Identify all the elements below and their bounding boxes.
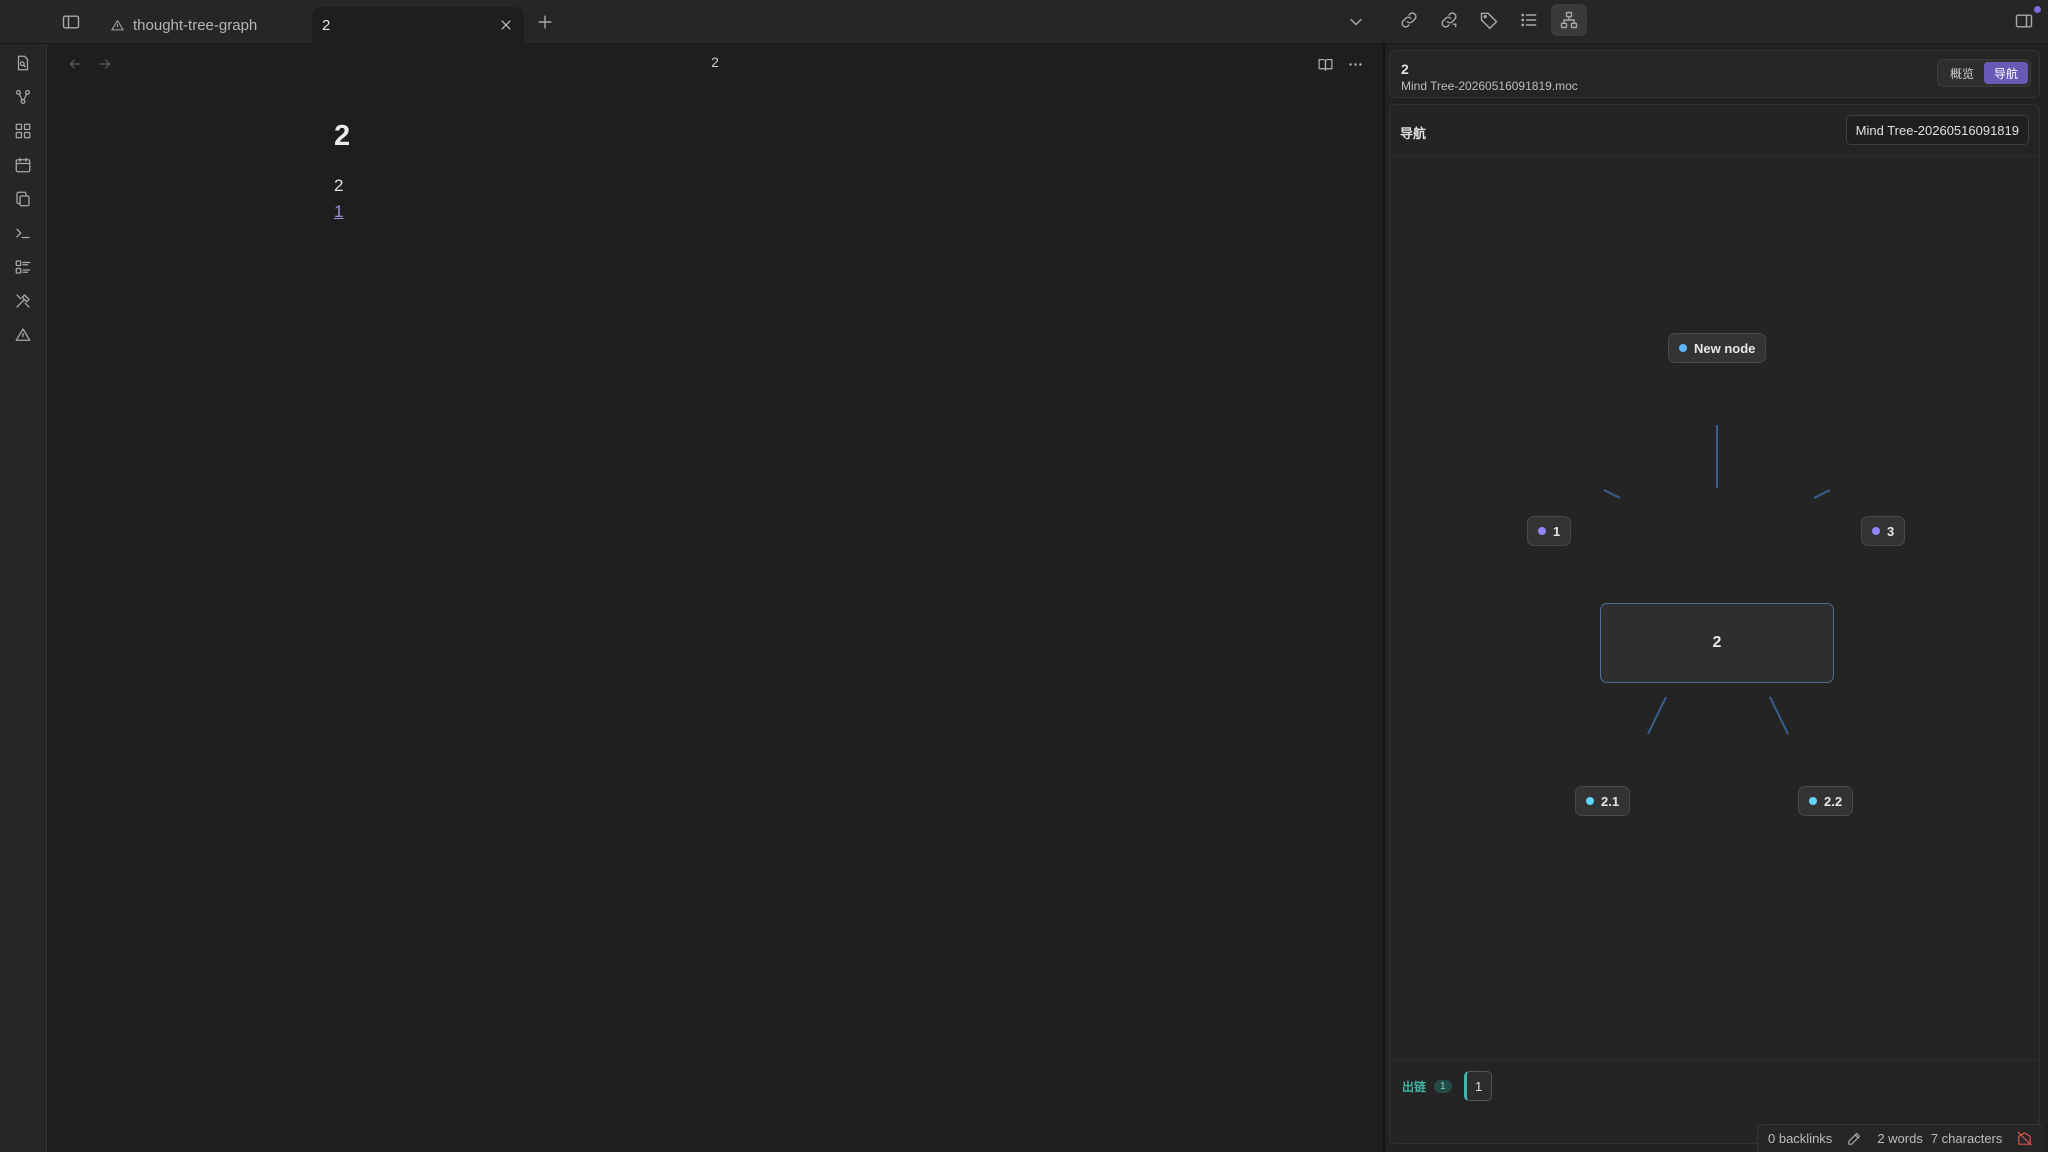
graph-node-child[interactable]: 2.1	[1575, 786, 1631, 816]
node-dot	[1872, 527, 1880, 535]
notification-dot	[2034, 6, 2041, 13]
right-panel: 2 Mind Tree-20260516091819.moc 概览 导航 导航 …	[1385, 44, 2048, 1152]
new-tab-icon[interactable]	[529, 6, 561, 38]
left-ribbon	[0, 44, 47, 1152]
word-count: 2 words	[1877, 1131, 1923, 1146]
navigation-tab[interactable]: 导航	[1983, 62, 2028, 84]
more-options-icon[interactable]	[1344, 53, 1366, 75]
terminal-icon[interactable]	[11, 221, 35, 245]
outlinks-bar: 出链 1 1	[1402, 1071, 1492, 1101]
character-count: 7 characters	[1930, 1131, 2003, 1146]
status-bar: 0 backlinks 2 words 7 characters	[1757, 1124, 2044, 1152]
node-dot	[1809, 797, 1817, 805]
graph-node-child[interactable]: 2.2	[1798, 786, 1854, 816]
graph-node-sibling[interactable]: 1	[1527, 516, 1572, 546]
edge-child-right	[1769, 696, 1789, 735]
panel-header: 2 Mind Tree-20260516091819.moc 概览 导航	[1389, 50, 2040, 98]
triangle-alert-icon	[110, 18, 125, 33]
view-title: 2	[711, 54, 719, 70]
outlinks-label: 出链	[1402, 1079, 1427, 1094]
tab-2[interactable]: 2	[312, 7, 524, 44]
panel-title: 2	[1401, 61, 1409, 77]
tab-label: thought-tree-graph	[133, 17, 258, 34]
outlink-item[interactable]: 1	[1463, 1071, 1492, 1101]
tag-icon[interactable]	[1473, 4, 1505, 36]
triangle-alert-icon[interactable]	[11, 323, 35, 347]
sidebar-toggle-icon[interactable]	[55, 6, 87, 38]
tab-label: 2	[322, 17, 331, 34]
outlinks-count-badge: 1	[1434, 1079, 1452, 1093]
view-header: 2	[47, 44, 1383, 82]
calendar-icon[interactable]	[11, 153, 35, 177]
outlinks-separator	[1390, 1060, 2039, 1061]
close-icon[interactable]	[496, 15, 516, 35]
edge-sibling-left	[1603, 489, 1621, 499]
internal-link[interactable]: 1	[334, 202, 343, 221]
graph-view-icon[interactable]	[11, 85, 35, 109]
link-arrow-icon[interactable]	[1433, 4, 1465, 36]
file-search-icon[interactable]	[11, 51, 35, 75]
list-icon[interactable]	[1513, 4, 1545, 36]
tools-icon[interactable]	[11, 289, 35, 313]
editor-pane: 2 2 2 1	[47, 44, 1383, 1152]
node-label: 2.1	[1601, 793, 1620, 809]
node-label: 2.2	[1824, 793, 1843, 809]
graph-node-parent[interactable]: New node	[1668, 333, 1767, 363]
graph-node-sibling[interactable]: 3	[1861, 516, 1906, 546]
graph-node-current[interactable]: 2	[1600, 603, 1834, 683]
overview-tab[interactable]: 概览	[1940, 62, 1984, 84]
copy-icon[interactable]	[11, 187, 35, 211]
node-dot	[1538, 527, 1546, 535]
panel-subtitle: Mind Tree-20260516091819.moc	[1401, 79, 1578, 93]
view-mode-segmented-control: 概览 导航	[1936, 59, 2031, 87]
node-dot	[1586, 797, 1594, 805]
document-heading: 2	[334, 120, 351, 152]
reading-mode-icon[interactable]	[1314, 53, 1336, 75]
canvas-icon[interactable]	[11, 119, 35, 143]
backlinks-count[interactable]: 0 backlinks	[1768, 1131, 1832, 1146]
document-content[interactable]: 2 2 1	[334, 120, 350, 225]
graph-edges	[1603, 425, 1831, 735]
edge-sibling-right	[1813, 489, 1831, 499]
title-bar: thought-tree-graph 2	[0, 0, 2048, 44]
node-label: 3	[1887, 523, 1895, 539]
sync-error-icon[interactable]	[2016, 1130, 2033, 1147]
chevron-down-icon[interactable]	[1340, 6, 1372, 38]
node-label: 1	[1553, 523, 1561, 539]
node-dot	[1679, 344, 1687, 352]
navigation-graph-area: 导航 Mind Tree-20260516091819 New node 1 3…	[1389, 104, 2040, 1144]
edge-child-left	[1647, 696, 1667, 735]
tab-thought-tree-graph[interactable]: thought-tree-graph	[98, 7, 308, 44]
document-paragraph: 2	[334, 176, 344, 195]
hierarchy-icon[interactable]	[1551, 4, 1587, 36]
node-label: New node	[1694, 340, 1756, 356]
edit-pencil-icon[interactable]	[1846, 1130, 1863, 1147]
link-plus-icon[interactable]	[1393, 4, 1425, 36]
checklist-icon[interactable]	[11, 255, 35, 279]
